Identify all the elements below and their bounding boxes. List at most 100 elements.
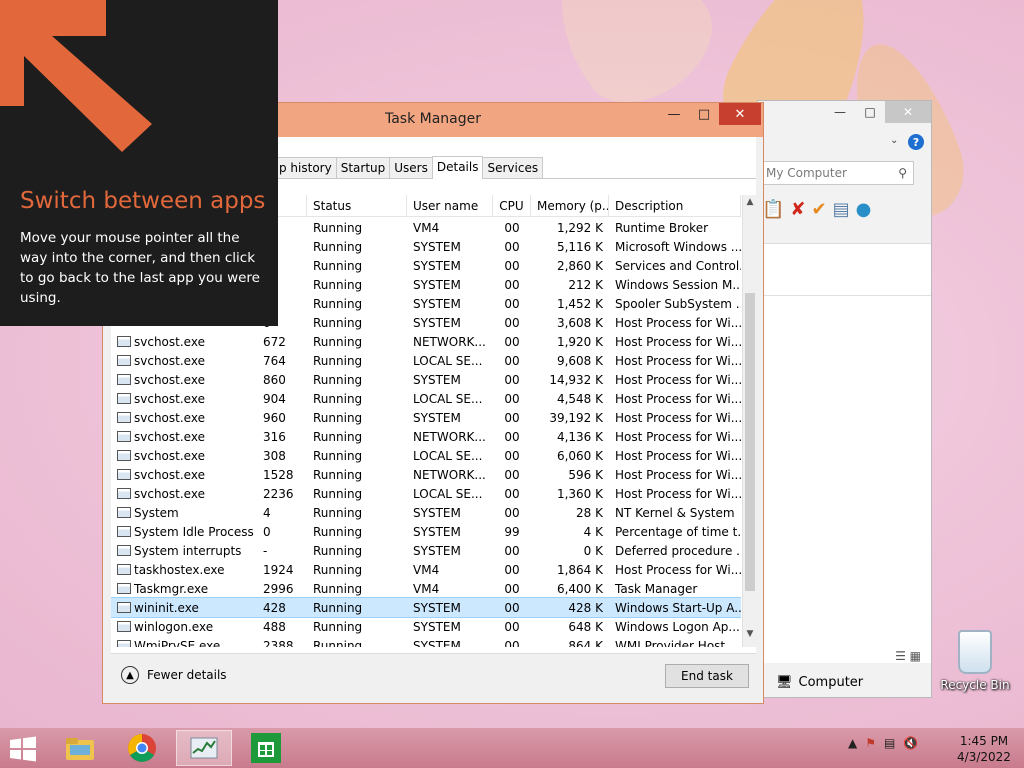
scrollbar-thumb[interactable] [745,293,755,591]
cell-name: svchost.exe [111,487,257,501]
toolbar: 📋 ✘ ✔ ▤ ● [758,193,931,225]
cell-user: SYSTEM [413,239,461,254]
cell-status: Running [313,429,363,444]
cell-user: SYSTEM [413,410,461,425]
task-manager-taskbar-button[interactable] [176,730,232,766]
process-icon [117,469,131,480]
table-row[interactable]: taskhostex.exe 1924 Running VM4 00 1,864 K Hos… [111,560,741,579]
tab-users[interactable]: Users [389,157,433,178]
table-row[interactable]: System interrupts - Running SYSTEM 00 0 K Defe… [111,541,741,560]
checkmark-icon[interactable]: ✔ [812,199,827,220]
cell-description: Host Process for Wi... [615,562,741,577]
table-row[interactable]: svchost.exe 308 Running LOCAL SE... 00 6,060 … [111,446,741,465]
status-item-computer[interactable]: 🖥 Computer [776,675,863,690]
scroll-down-icon[interactable]: ▼ [743,629,757,645]
table-row[interactable]: System Idle Process 0 Running SYSTEM 99 4 K Pe… [111,522,741,541]
chrome-taskbar-button[interactable] [114,730,170,766]
table-row[interactable]: System 4 Running SYSTEM 00 28 K NT Kernel & Sy… [111,503,741,522]
cell-memory: 864 K [568,638,603,648]
recycle-bin-icon[interactable] [958,630,992,674]
process-icon [117,640,131,647]
store-taskbar-button[interactable] [238,730,294,766]
show-hidden-icons-icon[interactable]: ▲ [848,736,857,750]
cell-user: NETWORK... [413,429,486,444]
table-row[interactable]: svchost.exe 672 Running NETWORK... 00 1,920 K… [111,332,741,351]
tab-details[interactable]: Details [431,156,484,179]
table-row[interactable]: svchost.exe 1528 Running NETWORK... 00 596 K H… [111,465,741,484]
cell-status: Running [313,239,363,254]
table-row[interactable]: winlogon.exe 488 Running SYSTEM 00 648 K Windo… [111,617,741,636]
cell-name: svchost.exe [111,430,257,444]
process-icon [117,412,131,423]
cell-user: SYSTEM [413,277,461,292]
cell-pid: 960 [263,410,286,425]
close-button[interactable]: ✕ [719,103,761,125]
chevron-down-icon[interactable]: ⌄ [890,135,898,146]
table-row[interactable]: svchost.exe 2236 Running LOCAL SE... 00 1,360… [111,484,741,503]
cell-status: Running [313,543,363,558]
windows-start-icon[interactable] [8,736,38,762]
process-icon [117,336,131,347]
cell-pid: 428 [263,600,286,615]
table-row[interactable]: svchost.exe 860 Running SYSTEM 00 14,932 K Hos… [111,370,741,389]
column-header-memory[interactable]: Memory (p... [531,195,609,217]
minimize-button[interactable]: — [825,101,855,123]
cell-memory: 1,360 K [556,486,603,501]
file-explorer-taskbar-button[interactable] [52,730,108,766]
cell-cpu: 00 [504,372,520,387]
cell-status: Running [313,619,363,634]
cell-memory: 4 K [583,524,603,539]
cell-name: System interrupts [111,544,257,558]
column-header-status[interactable]: Status [307,195,407,217]
column-header-description[interactable]: Description [609,195,741,217]
table-row[interactable]: wininit.exe 428 Running SYSTEM 00 428 K Window… [111,597,741,618]
minimize-button[interactable]: — [659,103,689,125]
close-button[interactable]: ✕ [885,101,931,123]
table-row[interactable]: svchost.exe 764 Running LOCAL SE... 00 9,608 … [111,351,741,370]
cell-user: SYSTEM [413,543,461,558]
properties-icon[interactable]: ▤ [833,199,850,220]
cell-user: SYSTEM [413,600,461,615]
cell-description: Windows Start-Up A... [615,600,741,615]
cell-name: WmiPrvSE.exe [111,639,257,647]
view-toggle-icons[interactable]: ☰ ▦ [895,649,921,663]
network-icon[interactable]: ▤ [884,736,895,750]
end-task-button[interactable]: End task [665,664,749,688]
cell-cpu: 00 [504,505,520,520]
column-header-user[interactable]: User name [407,195,493,217]
tab-p-history[interactable]: p history [274,157,337,178]
table-row[interactable]: svchost.exe 960 Running SYSTEM 00 39,192 K Hos… [111,408,741,427]
cell-name: svchost.exe [111,335,257,349]
table-row[interactable]: svchost.exe 904 Running LOCAL SE... 00 4,548 … [111,389,741,408]
cell-cpu: 00 [504,543,520,558]
maximize-button[interactable]: □ [689,103,719,125]
globe-icon[interactable]: ● [856,199,872,220]
explorer-window[interactable]: — □ ✕ ⌄ ? My Computer ⚲ 📋 ✘ ✔ ▤ ● ☰ ▦ 🖥 … [757,100,932,698]
column-header-cpu[interactable]: CPU [493,195,531,217]
cell-memory: 428 K [568,600,603,615]
recycle-bin[interactable]: Recycle Bin [940,630,1010,692]
cell-name: svchost.exe [111,354,257,368]
clipboard-icon[interactable]: 📋 [762,199,784,220]
clock[interactable]: 1:45 PM 4/3/2022 [954,733,1014,765]
help-icon[interactable]: ? [908,134,924,150]
vertical-scrollbar[interactable]: ▲ ▼ [742,195,756,647]
maximize-button[interactable]: □ [855,101,885,123]
table-row[interactable]: svchost.exe 316 Running NETWORK... 00 4,136 K… [111,427,741,446]
delete-icon[interactable]: ✘ [790,199,805,220]
table-row[interactable]: Taskmgr.exe 2996 Running VM4 00 6,400 K Task M… [111,579,741,598]
search-icon[interactable]: ⚲ [898,166,907,180]
cell-description: Deferred procedure ... [615,543,741,558]
volume-muted-icon[interactable]: 🔇 [903,736,918,750]
process-name: svchost.exe [134,391,205,406]
scroll-up-icon[interactable]: ▲ [743,197,757,213]
search-input[interactable]: My Computer ⚲ [762,161,914,185]
fewer-details-button[interactable]: ▲ Fewer details [121,666,227,684]
tab-services[interactable]: Services [482,157,544,178]
chrome-icon [128,734,156,762]
table-row[interactable]: WmiPrvSE.exe 2388 Running SYSTEM 00 864 K WMI … [111,636,741,647]
cell-user: LOCAL SE... [413,353,483,368]
tab-startup[interactable]: Startup [335,157,391,178]
action-center-flag-icon[interactable]: ⚑ [865,736,876,750]
cell-user: SYSTEM [413,619,461,634]
